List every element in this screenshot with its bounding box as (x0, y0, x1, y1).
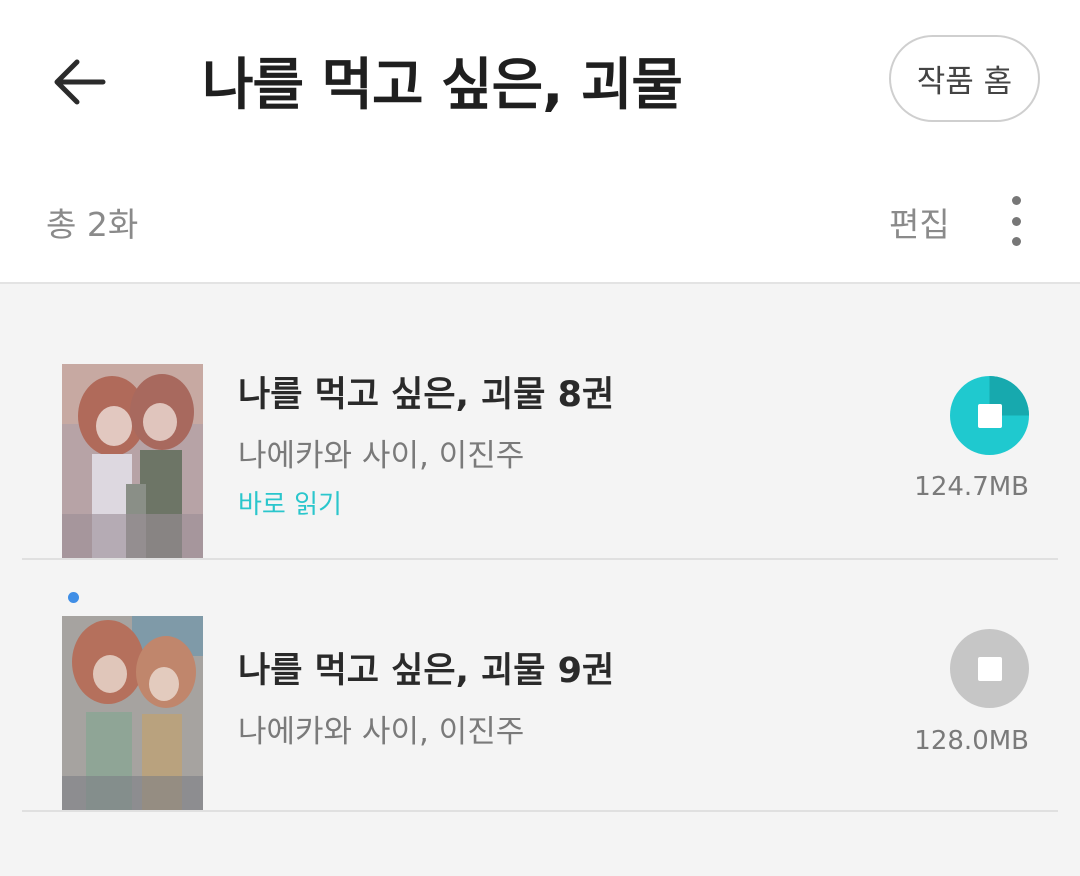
episode-author: 나에카와 사이, 이진주 (238, 714, 525, 750)
stop-icon (977, 403, 1002, 428)
file-size: 128.0MB (914, 726, 1029, 756)
book-cover-image (62, 364, 203, 558)
more-options-button[interactable] (1002, 196, 1030, 246)
new-indicator-dot (68, 592, 79, 603)
episode-title: 나를 먹고 싶은, 괴물 9권 (238, 651, 615, 691)
list-item[interactable]: 나를 먹고 싶은, 괴물 9권 나에카와 사이, 이진주 128.0MB (0, 560, 1080, 814)
series-home-button[interactable]: 작품 홈 (889, 35, 1040, 122)
edit-button[interactable]: 편집 (889, 198, 950, 246)
stop-icon (977, 656, 1002, 681)
arrow-left-icon (54, 59, 106, 105)
page-title: 나를 먹고 싶은, 괴물 (202, 53, 683, 118)
episode-title: 나를 먹고 싶은, 괴물 8권 (238, 375, 615, 415)
read-now-link[interactable]: 바로 읽기 (238, 484, 342, 521)
download-stop-button[interactable] (950, 629, 1029, 708)
divider (22, 810, 1058, 812)
back-button[interactable] (50, 52, 110, 112)
book-cover-image (62, 616, 203, 810)
episode-author: 나에카와 사이, 이진주 (238, 438, 525, 474)
more-vertical-icon-dot (1011, 216, 1021, 226)
file-size: 124.7MB (914, 472, 1029, 502)
header-area: 나를 먹고 싶은, 괴물 작품 홈 총 2화 편집 (0, 0, 1080, 284)
more-vertical-icon-dot (1011, 237, 1021, 246)
more-vertical-icon-dot (1011, 196, 1021, 205)
list-item[interactable]: 나를 먹고 싶은, 괴물 8권 나에카와 사이, 이진주 바로 읽기 124.7… (0, 284, 1080, 560)
episode-count: 총 2화 (46, 205, 139, 244)
download-stop-button[interactable] (950, 376, 1029, 455)
